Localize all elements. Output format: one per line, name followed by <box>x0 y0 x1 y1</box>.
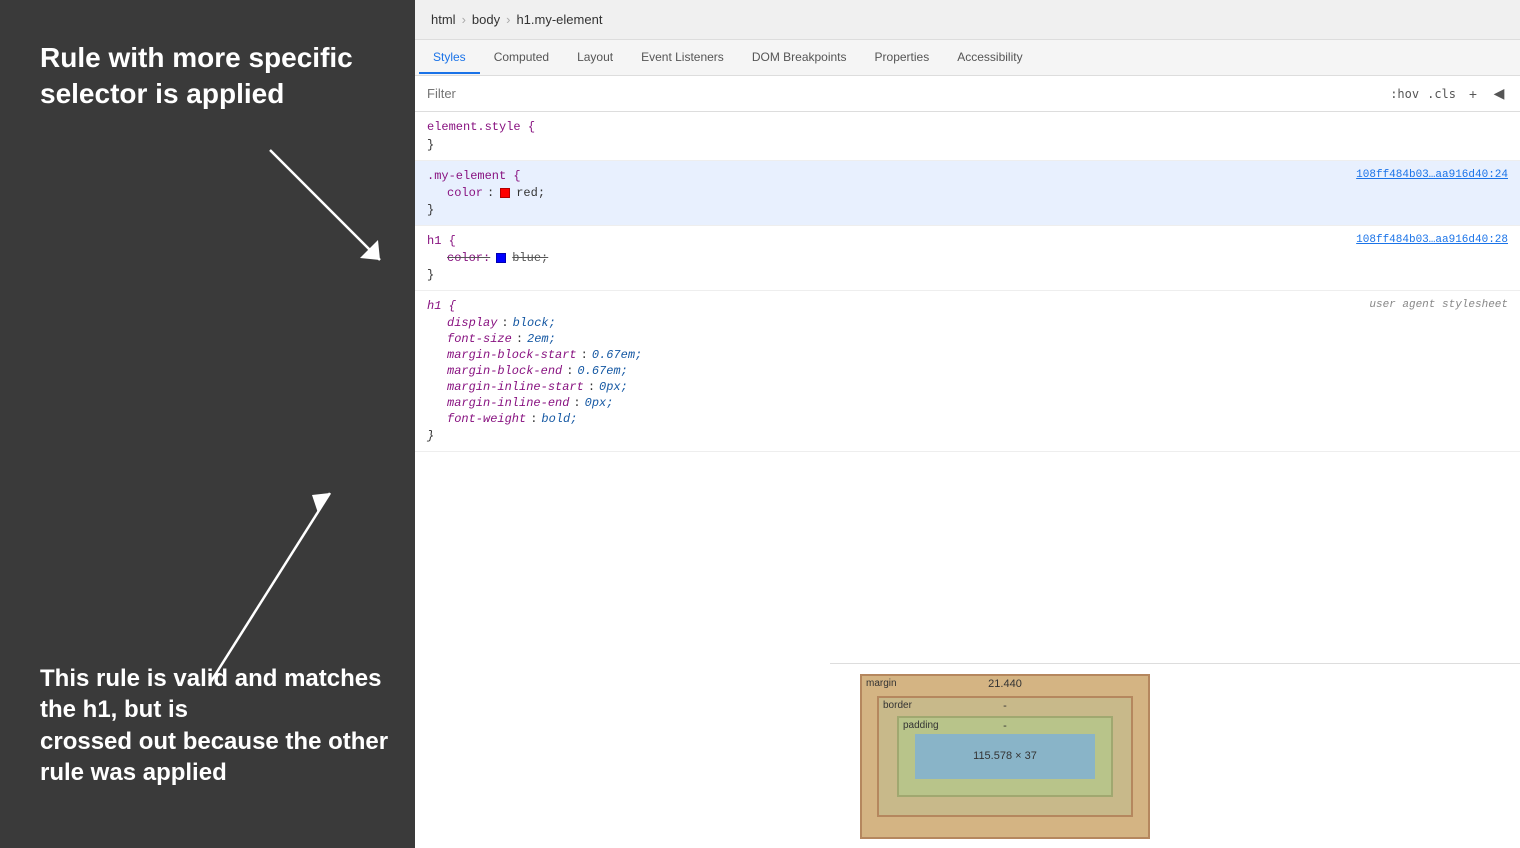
add-style-rule-button[interactable]: + <box>1464 85 1482 103</box>
css-section-h1-user-agent: h1 { user agent stylesheet display: bloc… <box>415 291 1520 452</box>
breadcrumb-body[interactable]: body <box>472 12 500 27</box>
css-selector-h1-rule[interactable]: h1 { <box>427 234 456 248</box>
css-close-brace-element-style: } <box>415 136 1520 154</box>
filter-input[interactable] <box>427 86 1390 101</box>
devtools-panel: html › body › h1.my-element Styles Compu… <box>415 0 1520 848</box>
color-swatch-blue[interactable] <box>496 253 506 263</box>
tab-event-listeners[interactable]: Event Listeners <box>627 42 738 74</box>
css-section-h1-rule: h1 { 108ff484b03…aa916d40:28 color: blue… <box>415 226 1520 291</box>
css-source-h1-rule[interactable]: 108ff484b03…aa916d40:28 <box>1356 234 1508 246</box>
css-source-my-element[interactable]: 108ff484b03…aa916d40:24 <box>1356 169 1508 181</box>
prop-name-my-element-color[interactable]: color <box>447 186 483 200</box>
arrow-bottom-icon <box>200 473 360 693</box>
left-annotation-panel: Rule with more specific selector is appl… <box>0 0 415 848</box>
annotation-top: Rule with more specific selector is appl… <box>40 40 353 113</box>
css-property-h1-color: color: blue; <box>415 250 1520 266</box>
hov-button[interactable]: :hov <box>1390 87 1419 101</box>
breadcrumb-html[interactable]: html <box>431 12 456 27</box>
box-padding-area: padding - 115.578 × 37 <box>897 716 1113 797</box>
css-property-ua-display: display: block; <box>415 315 1520 331</box>
box-padding-value: - <box>1003 720 1007 732</box>
box-content-size: 115.578 × 37 <box>973 750 1037 762</box>
box-model-diagram: margin 21.440 border - padding - 115.578… <box>860 674 1150 839</box>
rule-header-h1-rule: h1 { 108ff484b03…aa916d40:28 <box>415 232 1520 250</box>
prop-name-h1-color[interactable]: color: <box>447 251 490 265</box>
css-property-my-element-color: color : red; <box>415 185 1520 201</box>
box-margin-value: 21.440 <box>988 678 1022 690</box>
box-border-area: border - padding - 115.578 × 37 <box>877 696 1133 817</box>
box-border-value: - <box>1003 700 1007 712</box>
tabs-bar: Styles Computed Layout Event Listeners D… <box>415 40 1520 76</box>
annotation-bottom: This rule is valid and matches the h1, b… <box>40 663 415 788</box>
tab-computed[interactable]: Computed <box>480 42 563 74</box>
css-close-brace-my-element: } <box>415 201 1520 219</box>
color-swatch-red[interactable] <box>500 188 510 198</box>
arrow-top-icon <box>260 140 400 280</box>
tab-properties[interactable]: Properties <box>861 42 944 74</box>
cls-button[interactable]: .cls <box>1427 87 1456 101</box>
css-property-ua-fontsize: font-size: 2em; <box>415 331 1520 347</box>
css-selector-my-element[interactable]: .my-element { <box>427 169 521 183</box>
tab-layout[interactable]: Layout <box>563 42 627 74</box>
css-selector-h1-user-agent[interactable]: h1 { <box>427 299 456 313</box>
rule-header-element-style: element.style { <box>415 118 1520 136</box>
box-model-section: margin 21.440 border - padding - 115.578… <box>830 663 1520 848</box>
prop-value-h1-color[interactable]: blue; <box>512 251 548 265</box>
tab-dom-breakpoints[interactable]: DOM Breakpoints <box>738 42 861 74</box>
css-property-ua-margin-inline-end: margin-inline-end: 0px; <box>415 395 1520 411</box>
css-property-ua-margin-block-end: margin-block-end: 0.67em; <box>415 363 1520 379</box>
css-property-ua-margin-block-start: margin-block-start: 0.67em; <box>415 347 1520 363</box>
css-close-brace-h1-rule: } <box>415 266 1520 284</box>
tab-accessibility[interactable]: Accessibility <box>943 42 1036 74</box>
css-source-h1-user-agent: user agent stylesheet <box>1369 299 1508 311</box>
toggle-element-state-button[interactable]: ◀ <box>1490 85 1508 103</box>
box-content-area: 115.578 × 37 <box>915 734 1095 779</box>
box-margin-label: margin <box>866 678 897 689</box>
css-selector-element-style: element.style { <box>427 120 535 134</box>
breadcrumb-element[interactable]: h1.my-element <box>516 12 602 27</box>
css-close-brace-h1-ua: } <box>415 427 1520 445</box>
prop-value-my-element-color[interactable]: red; <box>516 186 545 200</box>
css-section-element-style: element.style { } <box>415 112 1520 161</box>
breadcrumb: html › body › h1.my-element <box>415 0 1520 40</box>
css-property-ua-margin-inline-start: margin-inline-start: 0px; <box>415 379 1520 395</box>
filter-controls: :hov .cls + ◀ <box>1390 85 1508 103</box>
rule-header-my-element: .my-element { 108ff484b03…aa916d40:24 <box>415 167 1520 185</box>
box-border-label: border <box>883 700 912 711</box>
filter-bar: :hov .cls + ◀ <box>415 76 1520 112</box>
css-property-ua-font-weight: font-weight: bold; <box>415 411 1520 427</box>
box-padding-label: padding <box>903 720 939 731</box>
css-section-my-element: .my-element { 108ff484b03…aa916d40:24 co… <box>415 161 1520 226</box>
rule-header-h1-user-agent: h1 { user agent stylesheet <box>415 297 1520 315</box>
tab-styles[interactable]: Styles <box>419 42 480 74</box>
